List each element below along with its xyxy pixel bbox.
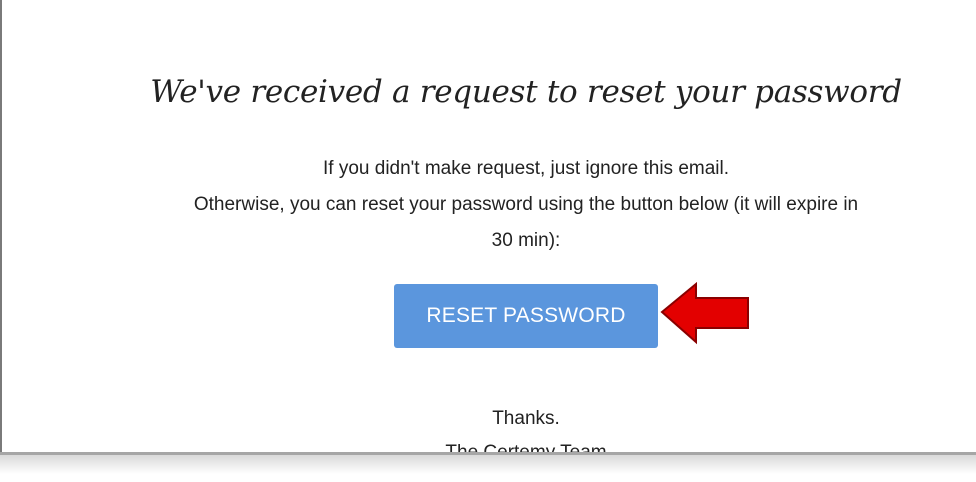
bottom-shadow bbox=[0, 455, 976, 482]
email-heading: We've received a request to reset your p… bbox=[150, 74, 902, 110]
email-canvas: We've received a request to reset your p… bbox=[0, 0, 976, 482]
left-arrow-icon bbox=[660, 282, 749, 345]
email-body-line-1: If you didn't make request, just ignore … bbox=[323, 158, 729, 179]
email-body-line-3: 30 min): bbox=[491, 230, 561, 251]
email-body-line-2: Otherwise, you can reset your password u… bbox=[193, 194, 859, 215]
signoff-text: Thanks. bbox=[492, 408, 560, 429]
reset-password-button[interactable]: RESET PASSWORD bbox=[394, 284, 658, 348]
